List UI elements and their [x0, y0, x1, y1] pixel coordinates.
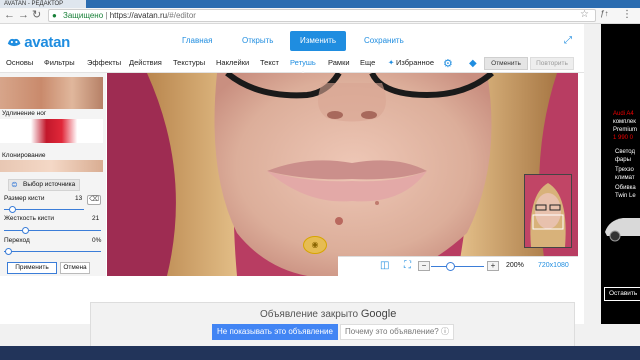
ad-line-7: Трехзо: [615, 167, 634, 173]
redo-button[interactable]: Повторить: [530, 57, 574, 70]
photo-image: [107, 73, 578, 276]
ad-line-10: Twin Le: [615, 193, 636, 199]
ad-line-6: фары: [615, 157, 631, 163]
tool-text[interactable]: Текст: [260, 58, 279, 68]
info-icon: ⓘ: [440, 327, 449, 336]
ad-line-1: Audi A4: [613, 111, 634, 117]
tool-thumbnail-legs[interactable]: [0, 119, 103, 143]
brush-size-value: 13: [75, 195, 83, 202]
lock-icon: ●: [52, 11, 57, 20]
url-host: https://avatan.ru: [109, 11, 168, 20]
extension-icon[interactable]: ƒ↑: [600, 9, 608, 18]
tool-textures[interactable]: Текстуры: [173, 58, 205, 68]
tool-frames[interactable]: Рамки: [328, 58, 350, 68]
transition-label: Переход: [4, 237, 30, 244]
tool-favorites[interactable]: Избранное: [396, 58, 434, 68]
back-icon[interactable]: ←: [4, 10, 15, 21]
hide-ad-button[interactable]: Не показывать это объявление: [212, 324, 338, 340]
hardness-label: Жесткость кисти: [4, 215, 55, 222]
ad-cta-button[interactable]: Оставить: [604, 287, 640, 301]
ad-closed-title: Объявление закрыто Google: [260, 308, 396, 320]
why-this-ad-label: Почему это объявление?: [345, 327, 439, 336]
tool-filters[interactable]: Фильтры: [44, 58, 75, 68]
ad-closed-text: Объявление закрыто: [260, 309, 359, 320]
eraser-icon[interactable]: ⌫: [87, 195, 101, 205]
tool-effects[interactable]: Эффекты: [87, 58, 121, 68]
zoom-value: 200%: [506, 262, 524, 269]
tool-stickers[interactable]: Наклейки: [216, 58, 249, 68]
ad-line-2: комплек: [613, 119, 636, 125]
ad-line-8: климат: [615, 175, 635, 181]
brush-size-slider[interactable]: [4, 209, 84, 210]
tool-more[interactable]: Еще: [360, 58, 375, 68]
clone-source-icon: ⊜: [11, 180, 18, 189]
tool-actions[interactable]: Действия: [129, 58, 162, 68]
tool-basics[interactable]: Основы: [6, 58, 33, 68]
ad-line-3: Premium: [613, 127, 638, 133]
browser-tab[interactable]: AVATAN - РЕДАКТОР: [0, 0, 86, 8]
settings-gear-icon[interactable]: ⚙: [443, 57, 453, 70]
cancel-button[interactable]: Отмена: [60, 262, 90, 274]
hardness-knob[interactable]: [22, 227, 29, 234]
hardness-slider[interactable]: [4, 230, 101, 231]
photo-canvas[interactable]: [107, 73, 578, 276]
google-brand: Google: [360, 308, 397, 320]
navigator-preview[interactable]: [524, 174, 572, 248]
compare-icon[interactable]: ◫: [380, 260, 389, 271]
favorites-icon[interactable]: ✦: [388, 58, 394, 68]
url-path: /#/editor: [167, 11, 196, 20]
os-taskbar: [0, 346, 640, 360]
fullscreen-icon[interactable]: ⤢: [564, 35, 572, 46]
logo-text: avatan: [24, 33, 70, 51]
image-dimensions[interactable]: 720x1080: [538, 262, 569, 269]
nav-open[interactable]: Открыть: [242, 36, 273, 46]
bookmark-star-icon[interactable]: ☆: [580, 9, 589, 20]
logo-icon: [7, 38, 21, 47]
layers-icon[interactable]: ◆: [469, 58, 477, 69]
zoom-slider[interactable]: [431, 266, 484, 267]
leg-lengthen-label[interactable]: Удлинение ног: [2, 110, 46, 118]
nav-home[interactable]: Главная: [182, 36, 212, 46]
ad-line-5: Светод: [615, 149, 635, 155]
fit-screen-icon[interactable]: ⛶: [404, 260, 411, 271]
clone-label[interactable]: Клонирование: [2, 152, 46, 160]
undo-button[interactable]: Отменить: [484, 57, 528, 70]
zoom-in-button[interactable]: +: [487, 261, 499, 271]
car-image: [605, 218, 640, 242]
brush-cursor-icon: ◉: [303, 236, 327, 254]
nav-edit[interactable]: Изменить: [290, 31, 347, 51]
tool-thumbnail-waist[interactable]: [0, 77, 103, 109]
nav-save[interactable]: Сохранить: [364, 36, 404, 46]
transition-knob[interactable]: [5, 248, 12, 255]
apply-button[interactable]: Применить: [7, 262, 57, 274]
reload-icon[interactable]: ↻: [32, 10, 41, 21]
tool-thumbnail-clone[interactable]: [0, 160, 103, 172]
ad-line-9: Обивка: [615, 185, 636, 191]
navigator-image: [525, 175, 571, 247]
tool-retouch[interactable]: Ретушь: [290, 58, 316, 76]
zoom-knob[interactable]: [445, 262, 455, 271]
brush-size-label: Размер кисти: [4, 195, 45, 202]
url-field[interactable]: Защищено | https://avatan.ru/#/editor: [48, 9, 596, 22]
sidebar-ad[interactable]: Audi A4 комплек Premium 1 990 0 Светод ф…: [601, 24, 640, 324]
hardness-value: 21: [92, 215, 100, 222]
avatan-logo[interactable]: avatan: [6, 32, 70, 52]
transition-value: 0%: [92, 237, 102, 244]
ad-line-4: 1 990 0: [613, 135, 634, 141]
forward-icon[interactable]: →: [18, 10, 29, 21]
why-this-ad-button[interactable]: Почему это объявление? ⓘ: [340, 324, 454, 340]
select-source-label: Выбор источника: [23, 181, 76, 188]
brush-size-knob[interactable]: [9, 206, 16, 213]
secure-label: Защищено: [63, 11, 104, 20]
select-source-button[interactable]: Выбор источника: [8, 179, 80, 191]
zoom-out-button[interactable]: −: [418, 261, 430, 271]
transition-slider[interactable]: [4, 251, 101, 252]
browser-titlebar: [0, 0, 640, 8]
browser-menu-icon[interactable]: ⋮: [622, 9, 632, 20]
